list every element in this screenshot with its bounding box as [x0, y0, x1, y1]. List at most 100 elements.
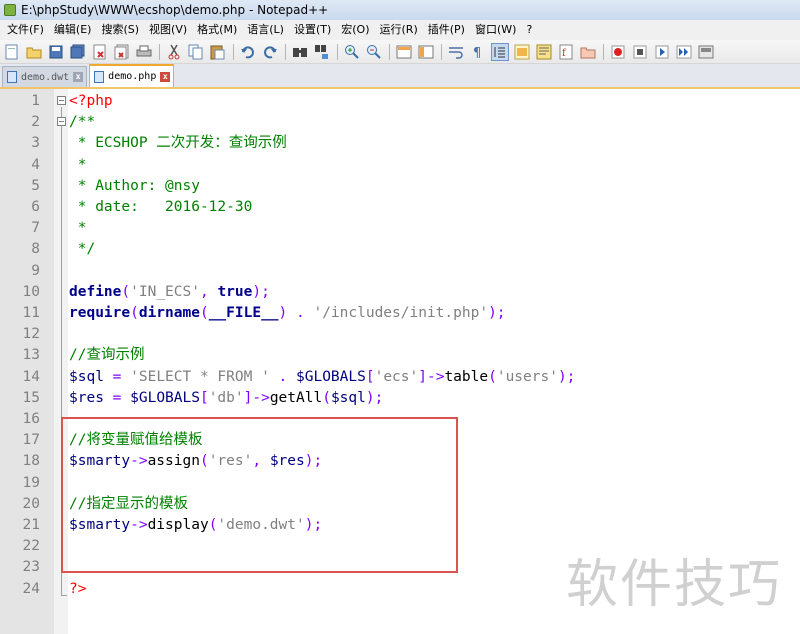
- menu-window[interactable]: 窗口(W): [470, 20, 521, 40]
- variable: $smarty: [69, 517, 131, 533]
- line-number: 24: [22, 580, 40, 597]
- function-list-icon[interactable]: f: [557, 43, 575, 61]
- fold-toggle-icon[interactable]: [57, 117, 66, 127]
- variable: $GLOBALS: [130, 389, 200, 406]
- punct: .: [287, 305, 314, 321]
- tab-demo-dwt[interactable]: demo.dwt x: [2, 66, 88, 87]
- variable: $sql: [330, 389, 366, 406]
- cut-icon[interactable]: [165, 43, 183, 61]
- code-line-3: 3 * ECSHOP 二次开发：查询示例: [0, 133, 800, 154]
- code-line-21: 21 $smarty->display('demo.dwt');: [0, 515, 800, 536]
- save-all-icon[interactable]: [69, 43, 87, 61]
- method: display: [147, 517, 209, 533]
- code-line-10: 10 define('IN_ECS', true);: [0, 282, 800, 303]
- code-line-2: 2 /**: [0, 112, 800, 133]
- redo-icon[interactable]: [261, 43, 279, 61]
- punct: (: [199, 305, 209, 321]
- punct: );: [252, 283, 270, 300]
- punct: ,: [252, 453, 270, 470]
- close-icon[interactable]: [91, 43, 109, 61]
- punct: (: [130, 305, 139, 321]
- play-multiple-icon[interactable]: [675, 43, 693, 61]
- line-number: 19: [22, 474, 40, 491]
- save-macro-icon[interactable]: [697, 43, 715, 61]
- menu-search[interactable]: 搜索(S): [96, 20, 144, 40]
- new-file-icon[interactable]: [3, 43, 21, 61]
- code-line-19: 19: [0, 473, 800, 494]
- sync-v-icon[interactable]: [395, 43, 413, 61]
- toolbar-separator: [389, 43, 390, 60]
- menu-settings[interactable]: 设置(T): [289, 20, 336, 40]
- method: table: [444, 368, 489, 385]
- udl-icon[interactable]: [513, 43, 531, 61]
- line-number: 11: [22, 305, 40, 321]
- sync-h-icon[interactable]: [417, 43, 435, 61]
- variable: $GLOBALS: [296, 368, 366, 385]
- menu-edit[interactable]: 编辑(E): [49, 20, 97, 40]
- menu-view[interactable]: 视图(V): [144, 20, 192, 40]
- string: 'SELECT * FROM ': [130, 368, 270, 385]
- menu-macro[interactable]: 宏(O): [336, 20, 374, 40]
- punct: =: [103, 389, 131, 406]
- find-icon[interactable]: [291, 43, 309, 61]
- line-number: 14: [22, 368, 40, 385]
- open-file-icon[interactable]: [25, 43, 43, 61]
- code-line-5: 5 * Author: @nsy: [0, 176, 800, 197]
- line-number: 6: [31, 199, 40, 215]
- zoom-out-icon[interactable]: [365, 43, 383, 61]
- line-number: 21: [22, 517, 40, 533]
- line-number: 9: [31, 262, 40, 279]
- line-number: 1: [31, 93, 40, 109]
- string: 'res': [208, 453, 253, 470]
- record-macro-icon[interactable]: [609, 43, 627, 61]
- paste-icon[interactable]: [209, 43, 227, 61]
- close-tab-icon[interactable]: x: [73, 72, 84, 82]
- show-all-chars-icon[interactable]: ¶: [469, 43, 487, 61]
- keyword: require: [69, 305, 131, 321]
- toolbar-separator: [337, 43, 338, 60]
- punct: );: [557, 368, 576, 385]
- punct: [: [365, 368, 375, 385]
- punct: =: [103, 368, 131, 385]
- zoom-in-icon[interactable]: [343, 43, 361, 61]
- punct: (: [199, 453, 209, 470]
- string: 'ecs': [374, 368, 419, 385]
- menu-run[interactable]: 运行(R): [375, 20, 423, 40]
- menu-format[interactable]: 格式(M): [192, 20, 242, 40]
- php-open-tag: <?php: [69, 93, 113, 109]
- line-number: 4: [31, 156, 40, 173]
- menu-plugins[interactable]: 插件(P): [423, 20, 470, 40]
- toolbar-separator: [603, 43, 604, 60]
- close-all-icon[interactable]: [113, 43, 131, 61]
- menu-language[interactable]: 语言(L): [242, 20, 289, 40]
- save-icon[interactable]: [47, 43, 65, 61]
- play-macro-icon[interactable]: [653, 43, 671, 61]
- variable: $sql: [69, 368, 104, 385]
- svg-text:¶: ¶: [473, 46, 481, 59]
- fold-toggle-icon[interactable]: [57, 96, 66, 105]
- punct: );: [304, 517, 323, 533]
- indent-guide-icon[interactable]: [491, 42, 509, 61]
- keyword: define: [69, 283, 122, 300]
- punct: );: [304, 453, 323, 470]
- menu-file[interactable]: 文件(F): [2, 20, 49, 40]
- stop-record-icon[interactable]: [631, 43, 649, 61]
- doc-map-icon[interactable]: [535, 43, 553, 61]
- line-number: 8: [31, 241, 40, 258]
- copy-icon[interactable]: [187, 43, 205, 61]
- undo-icon[interactable]: [239, 43, 257, 61]
- comment: //将变量赋值给模板: [69, 432, 203, 449]
- code-line-14: 14 $sql = 'SELECT * FROM ' . $GLOBALS['e…: [0, 367, 800, 388]
- toolbar-separator: [285, 43, 286, 60]
- print-icon[interactable]: [135, 43, 153, 61]
- tab-demo-php[interactable]: demo.php x: [89, 64, 175, 87]
- line-number: 13: [22, 347, 40, 364]
- menu-help[interactable]: ?: [521, 20, 537, 40]
- punct: ]->: [243, 389, 270, 406]
- close-tab-icon[interactable]: x: [160, 71, 171, 82]
- punct: (: [322, 389, 331, 406]
- folder-workspace-icon[interactable]: [579, 43, 597, 61]
- word-wrap-icon[interactable]: [447, 43, 465, 61]
- replace-icon[interactable]: [313, 43, 331, 61]
- menu-bar: 文件(F) 编辑(E) 搜索(S) 视图(V) 格式(M) 语言(L) 设置(T…: [0, 20, 800, 40]
